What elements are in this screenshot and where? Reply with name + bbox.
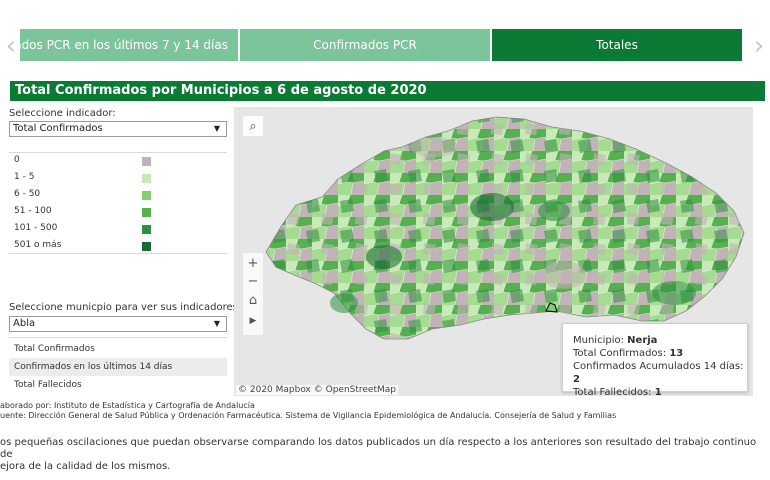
municipio-label: Seleccione municpio para ver sus indicad… — [9, 302, 242, 313]
tab-label: Confirmados PCR — [313, 38, 417, 52]
footer-note: os pequeñas oscilaciones que puedan obse… — [0, 437, 770, 473]
tooltip-fallecidos-row: Total Fallecidos: 1 — [573, 386, 747, 396]
zoom-in-icon[interactable]: + — [244, 254, 262, 272]
map-attribution[interactable]: © 2020 Mapbox © OpenStreetMap — [236, 385, 398, 395]
tooltip-value: 2 — [573, 374, 580, 385]
map-tooltip: Municipio: Nerja Total Confirmados: 13 C… — [562, 323, 748, 396]
legend-item[interactable]: 0 — [14, 155, 214, 169]
legend-swatch — [142, 208, 151, 217]
tooltip-label: Total Confirmados: — [573, 348, 667, 359]
play-icon[interactable]: ▶ — [244, 312, 262, 330]
legend-item[interactable]: 6 - 50 — [14, 189, 214, 203]
tab-label: Totales — [596, 38, 638, 52]
legend-label: 1 - 5 — [14, 172, 35, 182]
choropleth-map[interactable]: ⌕ + − ⌂ ▶ © 2020 Mapbox © OpenStreetMap … — [234, 107, 753, 396]
cluster-area — [366, 245, 402, 269]
tooltip-value: Nerja — [627, 335, 658, 346]
caret-down-icon: ▼ — [213, 124, 220, 133]
tab-totales[interactable]: Totales — [492, 29, 742, 61]
indicator-item-confirmados-14-dias[interactable]: Confirmados en los últimos 14 días — [9, 358, 227, 376]
legend-label: 6 - 50 — [14, 189, 41, 199]
divider — [9, 152, 227, 153]
cluster-area — [470, 193, 514, 221]
tab-bar: ‹ osticados PCR en los últimos 7 y 14 dí… — [0, 28, 770, 64]
cluster-area — [538, 201, 570, 221]
legend-swatch — [142, 157, 151, 166]
cluster-area — [330, 293, 358, 313]
home-icon[interactable]: ⌂ — [244, 291, 262, 309]
zoom-out-icon[interactable]: − — [244, 272, 262, 290]
indicator-label: Seleccione indicador: — [9, 108, 116, 119]
tab-confirmados-pcr[interactable]: Confirmados PCR — [240, 29, 490, 61]
dashboard-title: Total Confirmados por Municipios a 6 de … — [10, 81, 765, 101]
legend-item[interactable]: 51 - 100 — [14, 206, 214, 220]
cluster-area — [410, 137, 458, 157]
tooltip-label: Confirmados Acumulados 14 días: — [573, 361, 744, 372]
legend-label: 501 o más — [14, 240, 62, 250]
footer-note-line: os pequeñas oscilaciones que puedan obse… — [0, 437, 757, 460]
tooltip-label: Municipio: — [573, 335, 624, 346]
indicator-dropdown[interactable]: Total Confirmados ▼ — [9, 121, 227, 137]
tooltip-value: 1 — [654, 387, 662, 396]
tooltip-label: Total Fallecidos: — [573, 387, 652, 396]
legend-item[interactable]: 1 - 5 — [14, 172, 214, 186]
legend-label: 0 — [14, 155, 20, 165]
divider — [9, 337, 227, 338]
legend-swatch — [142, 174, 151, 183]
chevron-left-icon[interactable]: ‹ — [2, 28, 20, 64]
chevron-right-icon[interactable]: › — [750, 28, 768, 64]
footer-credit: aborado por: Instituto de Estadística y … — [0, 401, 255, 410]
footer-source: uente: Dirección General de Salud Públic… — [0, 411, 617, 420]
indicator-selected: Total Confirmados — [13, 123, 103, 134]
caret-down-icon: ▼ — [213, 319, 220, 328]
divider — [9, 253, 227, 254]
search-icon[interactable]: ⌕ — [244, 117, 262, 135]
tooltip-value: 13 — [669, 348, 684, 359]
tooltip-municipio-row: Municipio: Nerja — [573, 334, 747, 347]
cluster-area — [542, 261, 586, 289]
tooltip-total-row: Total Confirmados: 13 — [573, 347, 747, 360]
footer-note-line: ejora de la calidad de los mismos. — [0, 461, 171, 472]
indicator-item-total-fallecidos[interactable]: Total Fallecidos — [9, 376, 227, 394]
tab-diagnosticados-pcr[interactable]: osticados PCR en los últimos 7 y 14 días — [20, 29, 238, 61]
cluster-area — [652, 281, 696, 305]
legend-swatch — [142, 191, 151, 200]
legend-label: 101 - 500 — [14, 223, 58, 233]
legend-item[interactable]: 501 o más — [14, 240, 214, 254]
legend-item[interactable]: 101 - 500 — [14, 223, 214, 237]
municipio-selected: Abla — [13, 318, 36, 329]
tooltip-acumulados-row: Confirmados Acumulados 14 días: 2 — [573, 360, 747, 386]
indicator-item-total-confirmados[interactable]: Total Confirmados — [9, 340, 227, 358]
legend-label: 51 - 100 — [14, 206, 52, 216]
legend-swatch — [142, 242, 151, 251]
legend-swatch — [142, 225, 151, 234]
municipio-dropdown[interactable]: Abla ▼ — [9, 316, 227, 332]
tab-label: osticados PCR en los últimos 7 y 14 días — [20, 38, 228, 52]
